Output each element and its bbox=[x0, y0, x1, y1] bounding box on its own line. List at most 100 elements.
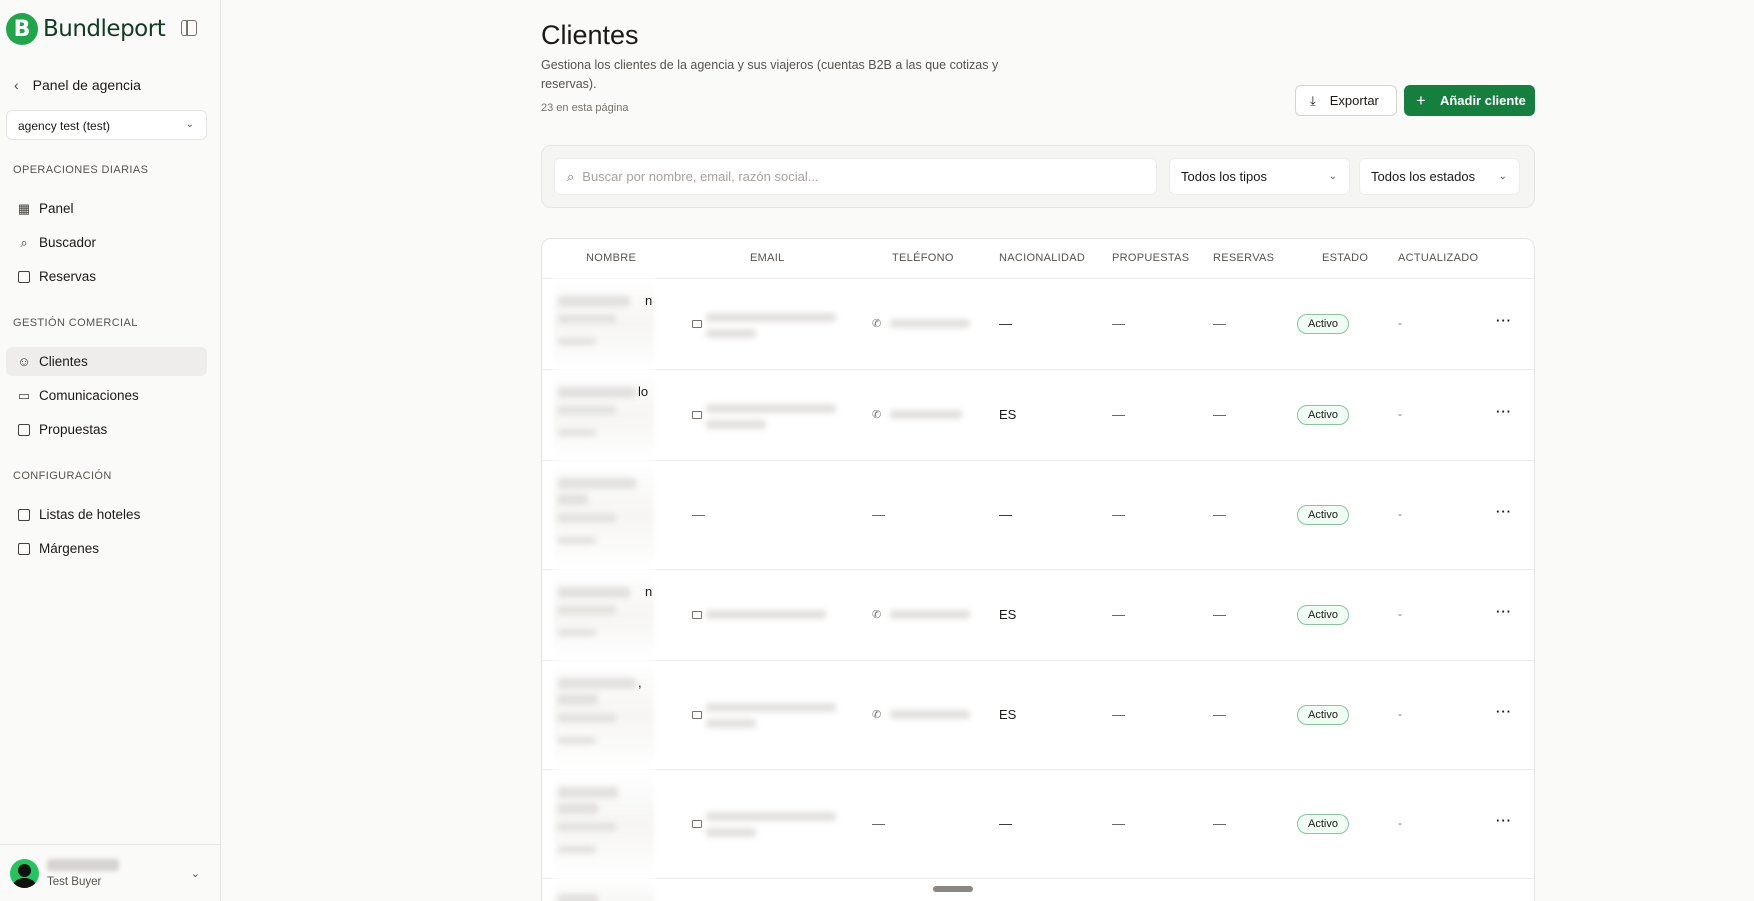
name-tail: n bbox=[645, 584, 653, 599]
table-row[interactable]: lo ✆ ES — — Activo - ··· bbox=[542, 370, 1534, 461]
message-icon: ▭ bbox=[17, 387, 31, 403]
sidebar-item-margenes[interactable]: Márgenes bbox=[6, 534, 207, 563]
back-label: Panel de agencia bbox=[32, 77, 141, 93]
proposals-cell: — bbox=[1112, 316, 1125, 331]
column-header-actualizado[interactable]: ACTUALIZADO bbox=[1398, 252, 1478, 264]
section-label-gestion: GESTIÓN COMERCIAL bbox=[13, 317, 138, 329]
phone-icon: ✆ bbox=[872, 709, 882, 721]
mail-icon bbox=[692, 411, 702, 419]
mail-icon bbox=[692, 320, 702, 328]
sidebar-item-label: Reservas bbox=[39, 269, 97, 284]
table-row[interactable]: — — — — — Activo - ··· bbox=[542, 461, 1534, 570]
status-badge: Activo bbox=[1297, 505, 1349, 525]
sidebar: B Bundleport ‹ Panel de agencia agency t… bbox=[0, 0, 221, 901]
brand-logo[interactable]: B Bundleport bbox=[6, 13, 166, 45]
user-menu[interactable]: Test Buyer ⌄ bbox=[0, 844, 220, 901]
nationality-cell: — bbox=[999, 507, 1012, 522]
column-header-estado[interactable]: ESTADO bbox=[1322, 252, 1368, 264]
bookings-cell: — bbox=[1213, 316, 1226, 331]
sidebar-item-label: Buscador bbox=[39, 235, 97, 250]
bookmark-icon bbox=[17, 508, 31, 522]
app-root: B Bundleport ‹ Panel de agencia agency t… bbox=[0, 0, 1754, 901]
email-redacted bbox=[706, 812, 836, 821]
sidebar-item-label: Listas de hoteles bbox=[39, 507, 141, 522]
type-filter-select[interactable]: Todos los tipos ⌄ bbox=[1169, 158, 1350, 195]
email-redacted bbox=[706, 610, 826, 619]
row-actions-icon[interactable]: ··· bbox=[1496, 313, 1512, 328]
column-header-nacionalidad[interactable]: NACIONALIDAD bbox=[999, 252, 1085, 264]
mail-icon bbox=[692, 711, 702, 719]
sidebar-collapse-icon[interactable] bbox=[181, 20, 197, 36]
main-content: Clientes Gestiona los clientes de la age… bbox=[221, 0, 1754, 901]
page-count: 23 en esta página bbox=[541, 102, 629, 114]
nationality-cell: — bbox=[999, 316, 1012, 331]
column-header-reservas[interactable]: RESERVAS bbox=[1213, 252, 1274, 264]
updated-cell: - bbox=[1398, 707, 1402, 721]
name-redacted bbox=[558, 478, 636, 489]
type-filter-value: Todos los tipos bbox=[1181, 169, 1267, 184]
sidebar-item-clientes[interactable]: ☺ Clientes bbox=[6, 347, 207, 376]
section-label-configuracion: CONFIGURACIÓN bbox=[13, 470, 112, 482]
phone-cell: — bbox=[872, 507, 885, 522]
email-redacted bbox=[706, 404, 836, 413]
chevron-down-icon: ⌄ bbox=[1498, 171, 1507, 182]
nationality-cell: ES bbox=[999, 707, 1017, 722]
agency-select[interactable]: agency test (test) ⌄ bbox=[6, 110, 207, 140]
table-row[interactable]: — — — — Activo - ··· bbox=[542, 770, 1534, 879]
export-button[interactable]: ⤓ Exportar bbox=[1295, 85, 1397, 116]
email-cell: — bbox=[692, 507, 705, 522]
search-placeholder: Buscar por nombre, email, razón social..… bbox=[582, 169, 819, 184]
sidebar-item-listas-hoteles[interactable]: Listas de hoteles bbox=[6, 500, 207, 529]
bookings-cell: — bbox=[1213, 816, 1226, 831]
horizontal-scrollbar[interactable] bbox=[933, 886, 973, 892]
table-row[interactable] bbox=[542, 879, 1534, 901]
search-input[interactable]: ⌕ Buscar por nombre, email, razón social… bbox=[554, 158, 1157, 195]
table-row[interactable]: , ✆ ES — — Activo - ··· bbox=[542, 661, 1534, 770]
column-header-nombre[interactable]: NOMBRE bbox=[586, 252, 636, 264]
name-redacted bbox=[558, 587, 630, 598]
name-tail: , bbox=[638, 675, 642, 690]
section-label-operaciones: OPERACIONES DIARIAS bbox=[13, 164, 149, 176]
column-header-propuestas[interactable]: PROPUESTAS bbox=[1112, 252, 1189, 264]
sidebar-item-reservas[interactable]: Reservas bbox=[6, 262, 207, 291]
status-filter-select[interactable]: Todos los estados ⌄ bbox=[1359, 158, 1520, 195]
document-icon bbox=[17, 542, 31, 556]
column-header-email[interactable]: EMAIL bbox=[750, 252, 785, 264]
status-badge: Activo bbox=[1297, 405, 1349, 425]
row-actions-icon[interactable]: ··· bbox=[1496, 504, 1512, 519]
sidebar-item-buscador[interactable]: ⌕ Buscador bbox=[6, 228, 207, 257]
chevron-down-icon: ⌄ bbox=[1328, 171, 1337, 182]
add-client-button[interactable]: + Añadir cliente bbox=[1404, 85, 1535, 116]
row-actions-icon[interactable]: ··· bbox=[1496, 813, 1512, 828]
sidebar-item-comunicaciones[interactable]: ▭ Comunicaciones bbox=[6, 381, 207, 410]
updated-cell: - bbox=[1398, 607, 1402, 621]
back-to-agency-panel[interactable]: ‹ Panel de agencia bbox=[14, 77, 141, 93]
status-badge: Activo bbox=[1297, 605, 1349, 625]
brand-mark-icon: B bbox=[6, 13, 38, 45]
column-header-telefono[interactable]: TELÉFONO bbox=[892, 252, 954, 264]
sidebar-item-panel[interactable]: ▦ Panel bbox=[6, 194, 207, 223]
phone-redacted bbox=[890, 319, 970, 328]
chevron-left-icon: ‹ bbox=[14, 77, 19, 93]
mail-icon bbox=[692, 611, 702, 619]
table-row[interactable]: n ✆ ES — — Activo - ··· bbox=[542, 570, 1534, 661]
calendar-icon bbox=[17, 270, 31, 284]
phone-icon: ✆ bbox=[872, 609, 882, 621]
status-filter-value: Todos los estados bbox=[1371, 169, 1476, 184]
row-actions-icon[interactable]: ··· bbox=[1496, 604, 1512, 619]
updated-cell: - bbox=[1398, 316, 1402, 330]
nationality-cell: ES bbox=[999, 407, 1017, 422]
row-actions-icon[interactable]: ··· bbox=[1496, 404, 1512, 419]
phone-cell: — bbox=[872, 816, 885, 831]
users-icon: ☺ bbox=[17, 354, 31, 369]
table-row[interactable]: n ✆ — — — Activo - ··· bbox=[542, 279, 1534, 370]
table-header: NOMBRE EMAIL TELÉFONO NACIONALIDAD PROPU… bbox=[542, 239, 1534, 279]
proposals-cell: — bbox=[1112, 607, 1125, 622]
sidebar-item-propuestas[interactable]: Propuestas bbox=[6, 415, 207, 444]
status-badge: Activo bbox=[1297, 314, 1349, 334]
updated-cell: - bbox=[1398, 407, 1402, 421]
phone-icon: ✆ bbox=[872, 409, 882, 421]
bookings-cell: — bbox=[1213, 707, 1226, 722]
row-actions-icon[interactable]: ··· bbox=[1496, 704, 1512, 719]
status-badge: Activo bbox=[1297, 705, 1349, 725]
